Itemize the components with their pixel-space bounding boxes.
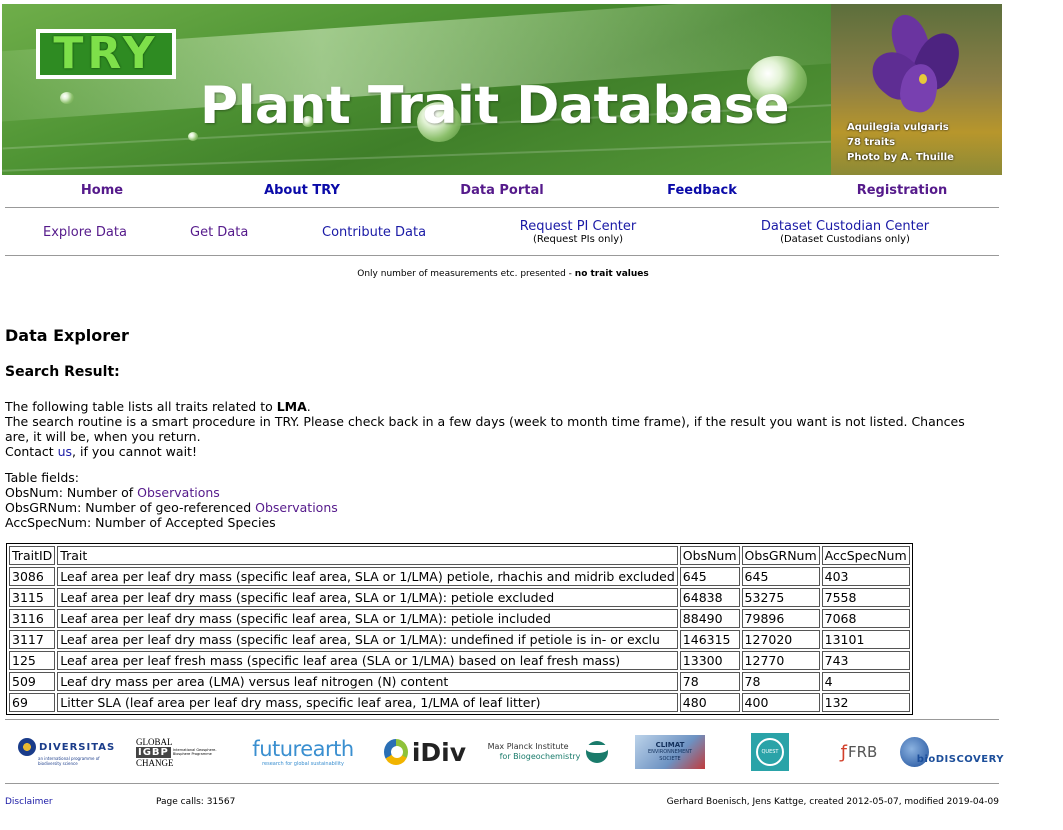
nav-data-portal[interactable]: Data Portal xyxy=(402,183,602,198)
results-table: TraitID Trait ObsNum ObsGRNum AccSpecNum 3086… xyxy=(6,543,913,715)
column-header: AccSpecNum xyxy=(821,546,910,565)
table-row: 509 Leaf dry mass per area (LMA) versus l… xyxy=(9,672,910,691)
table-cell: Leaf area per leaf dry mass (specific le… xyxy=(57,567,678,586)
table-cell: 132 xyxy=(821,693,910,712)
table-cell: 88490 xyxy=(679,609,740,628)
header-banner: TRY Plant Trait Database Aquilegia vulga… xyxy=(2,4,1002,175)
table-cell: Leaf area per leaf dry mass (specific le… xyxy=(57,609,678,628)
request-pi-note: (Request PIs only) xyxy=(532,234,624,245)
table-cell: 400 xyxy=(741,693,820,712)
table-cell: 12770 xyxy=(741,651,820,670)
main-nav: Home About TRY Data Portal Feedback Regi… xyxy=(2,183,1002,199)
table-cell: 78 xyxy=(679,672,740,691)
intro-text: The following table lists all traits rel… xyxy=(5,399,965,459)
frb-logo[interactable]: ƒ FRB xyxy=(832,730,886,774)
table-cell: 3117 xyxy=(9,630,56,649)
observations-link[interactable]: Observations xyxy=(137,485,220,500)
mpi-biogeochemistry-logo[interactable]: Max Planck Institute for Biogeochemistry xyxy=(486,730,610,774)
table-cell: 146315 xyxy=(679,630,740,649)
table-cell: 7068 xyxy=(821,609,910,628)
table-cell: 645 xyxy=(741,567,820,586)
table-fields-legend: Table fields: ObsNum: Number of Observat… xyxy=(5,470,338,530)
subnav-explore-data[interactable]: Explore Data xyxy=(43,225,127,240)
table-cell: 3116 xyxy=(9,609,56,628)
table-cell: 403 xyxy=(821,567,910,586)
climat-environnement-societe-logo[interactable]: CLIMAT ENVIRONNEMENT SOCIETE xyxy=(634,730,706,774)
table-cell: Leaf area per leaf dry mass (specific le… xyxy=(57,588,678,607)
table-row: 3086 Leaf area per leaf dry mass (specifi… xyxy=(9,567,910,586)
igbp-logo[interactable]: GLOBAL IGBP International Geosphere-Bios… xyxy=(136,730,228,774)
leaf-photo: TRY Plant Trait Database xyxy=(2,4,831,175)
table-cell: 64838 xyxy=(679,588,740,607)
table-cell: 3086 xyxy=(9,567,56,586)
species-photo: Aquilegia vulgaris 78 traits Photo by A.… xyxy=(831,4,1002,175)
table-row: 3117 Leaf area per leaf dry mass (specifi… xyxy=(9,630,910,649)
table-cell: Litter SLA (leaf area per leaf dry mass,… xyxy=(57,693,678,712)
diversitas-logo[interactable]: DIVERSITAS an international programme of… xyxy=(18,730,114,774)
table-cell: 13101 xyxy=(821,630,910,649)
table-cell: 3115 xyxy=(9,588,56,607)
table-cell: 645 xyxy=(679,567,740,586)
table-cell: 743 xyxy=(821,651,910,670)
subnav-get-data[interactable]: Get Data xyxy=(190,225,248,240)
try-logo[interactable]: TRY xyxy=(36,29,176,79)
subnav-contribute-data[interactable]: Contribute Data xyxy=(322,225,426,240)
table-cell: Leaf area per leaf dry mass (specific le… xyxy=(57,630,678,649)
divider xyxy=(5,207,999,208)
nav-feedback[interactable]: Feedback xyxy=(602,183,802,198)
table-cell: 13300 xyxy=(679,651,740,670)
table-cell: 53275 xyxy=(741,588,820,607)
nav-about-try[interactable]: About TRY xyxy=(202,183,402,198)
data-notice: Only number of measurements etc. present… xyxy=(357,269,649,279)
site-title: Plant Trait Database xyxy=(200,76,790,136)
nav-registration[interactable]: Registration xyxy=(802,183,1002,198)
table-cell: 4 xyxy=(821,672,910,691)
observations-link[interactable]: Observations xyxy=(255,500,338,515)
table-cell: 78 xyxy=(741,672,820,691)
table-row: 69 Litter SLA (leaf area per leaf dry mas… xyxy=(9,693,910,712)
table-row: 125 Leaf area per leaf fresh mass (specif… xyxy=(9,651,910,670)
futurearth-logo[interactable]: futurearth research for global sustainab… xyxy=(252,730,354,774)
custodian-note: (Dataset Custodians only) xyxy=(780,234,910,245)
partner-logos: DIVERSITAS an international programme of… xyxy=(0,730,1010,778)
table-cell: 125 xyxy=(9,651,56,670)
column-header: TraitID xyxy=(9,546,56,565)
column-header: ObsNum xyxy=(679,546,740,565)
table-header-row: TraitID Trait ObsNum ObsGRNum AccSpecNum xyxy=(9,546,910,565)
table-row: 3115 Leaf area per leaf dry mass (specifi… xyxy=(9,588,910,607)
table-cell: Leaf area per leaf fresh mass (specific … xyxy=(57,651,678,670)
quest-logo[interactable]: QUEST xyxy=(750,730,790,774)
column-header: ObsGRNum xyxy=(741,546,820,565)
table-cell: 509 xyxy=(9,672,56,691)
table-cell: 127020 xyxy=(741,630,820,649)
table-cell: 480 xyxy=(679,693,740,712)
footer-credits: Gerhard Boenisch, Jens Kattge, created 2… xyxy=(666,797,999,807)
table-cell: 79896 xyxy=(741,609,820,628)
subnav-dataset-custodian-center[interactable]: Dataset Custodian Center xyxy=(745,219,945,234)
contact-us-link[interactable]: us xyxy=(58,444,72,459)
page-calls: Page calls: 31567 xyxy=(156,797,236,807)
divider xyxy=(5,783,999,784)
table-cell: Leaf dry mass per area (LMA) versus leaf… xyxy=(57,672,678,691)
section-title: Search Result: xyxy=(5,364,120,380)
divider xyxy=(5,255,999,256)
table-cell: 7558 xyxy=(821,588,910,607)
subnav-request-pi-center[interactable]: Request PI Center xyxy=(478,219,678,234)
divider xyxy=(5,719,999,720)
nav-home[interactable]: Home xyxy=(2,183,202,198)
page-title: Data Explorer xyxy=(5,326,129,345)
biodiscovery-logo[interactable]: bioDISCOVERY xyxy=(900,730,1004,774)
disclaimer-link[interactable]: Disclaimer xyxy=(5,797,53,807)
column-header: Trait xyxy=(57,546,678,565)
table-row: 3116 Leaf area per leaf dry mass (specifi… xyxy=(9,609,910,628)
idiv-logo[interactable]: iDiv xyxy=(384,730,466,774)
photo-caption: Aquilegia vulgaris 78 traits Photo by A.… xyxy=(847,122,954,163)
table-cell: 69 xyxy=(9,693,56,712)
